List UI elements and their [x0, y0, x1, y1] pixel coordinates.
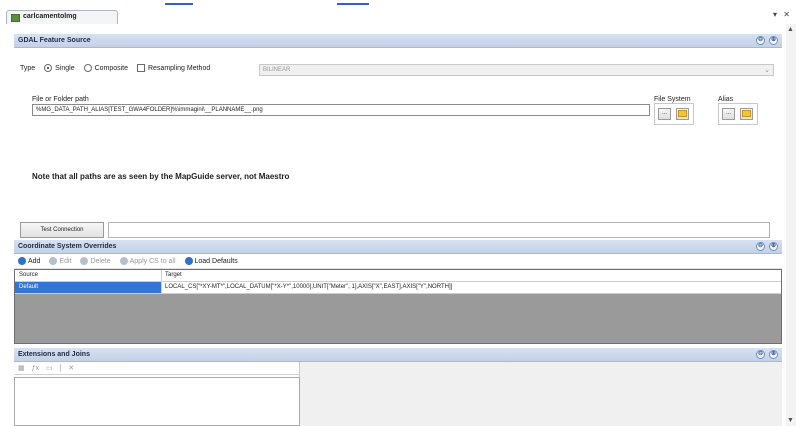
delete-icon: [80, 257, 89, 265]
path-label: File or Folder path: [32, 96, 89, 103]
table-row[interactable]: Default LOCAL_CS["*XY-MT*",LOCAL_DATUM["…: [15, 282, 781, 294]
delete-label: Delete: [90, 257, 111, 265]
document-tab[interactable]: carlcamentolmg: [6, 10, 118, 24]
alias-folder-button[interactable]: [740, 108, 753, 120]
target-column-header[interactable]: Target: [165, 272, 182, 278]
dropdown-icon[interactable]: ▾: [773, 10, 777, 19]
browse-file-button[interactable]: ...: [658, 108, 671, 120]
alias-label: Alias: [718, 96, 734, 103]
document-tab-title: carlcamentolmg: [23, 13, 77, 20]
document-tab-row: carlcamentolmg ▾ ✕: [6, 10, 790, 24]
load-defaults-button[interactable]: Load Defaults: [184, 257, 238, 265]
edit-button[interactable]: Edit: [49, 257, 71, 265]
resampling-method-select[interactable]: BILINEAR ⌄: [259, 64, 774, 76]
layer-icon: [11, 14, 20, 22]
extensions-body: ▦ ƒx ▭ | ✕: [14, 362, 782, 426]
file-system-group: File System ...: [654, 96, 694, 126]
file-system-box: ...: [654, 103, 694, 125]
add-button[interactable]: Add: [18, 257, 40, 265]
separator-icon: |: [59, 365, 62, 372]
folder-icon: [742, 110, 751, 117]
panel-collapse-controls: ⊖ ⊕: [754, 350, 778, 359]
delete-button[interactable]: Delete: [80, 257, 111, 265]
extensions-tree[interactable]: [14, 377, 300, 426]
type-row: Type Single Composite Resampling Method …: [20, 64, 774, 78]
add-label: Add: [28, 257, 41, 265]
apply-label: Apply CS to all: [129, 257, 176, 265]
panel-body: Type Single Composite Resampling Method …: [14, 48, 782, 238]
panel-title: Coordinate System Overrides: [18, 243, 117, 250]
join-icon[interactable]: ▭: [46, 365, 53, 372]
panel-header[interactable]: GDAL Feature Source ⊖ ⊕: [14, 34, 782, 48]
panel-header[interactable]: Coordinate System Overrides ⊖ ⊕: [14, 240, 782, 254]
folder-icon: [678, 110, 687, 117]
extensions-joins-panel: Extensions and Joins ⊖ ⊕ ▦ ƒx ▭ | ✕: [14, 348, 782, 426]
panel-collapse-controls: ⊖ ⊕: [754, 36, 778, 45]
scroll-down-icon[interactable]: ▼: [787, 417, 794, 424]
target-cell[interactable]: LOCAL_CS["*XY-MT*",LOCAL_DATUM["*X-Y*",1…: [165, 284, 452, 290]
paths-note: Note that all paths are as seen by the M…: [32, 172, 290, 181]
column-divider[interactable]: [161, 270, 162, 281]
browse-folder-button[interactable]: [676, 108, 689, 120]
close-icon[interactable]: ✕: [783, 10, 790, 19]
source-column-header[interactable]: Source: [19, 272, 38, 278]
collapse-icon[interactable]: ⊖: [756, 350, 766, 359]
panel-title: Extensions and Joins: [18, 351, 90, 358]
source-cell[interactable]: Default: [19, 284, 38, 290]
test-result-field: [108, 222, 770, 238]
edit-icon: [49, 257, 58, 265]
add-icon: [18, 257, 26, 265]
resampling-checkbox[interactable]: [136, 64, 145, 72]
single-label: Single: [55, 64, 75, 72]
cs-toolbar: Add Edit Delete Apply CS to all Load Def…: [14, 254, 782, 269]
alias-file-button[interactable]: ...: [722, 108, 735, 120]
expand-icon[interactable]: ⊕: [769, 242, 778, 251]
top-link-mark[interactable]: [337, 3, 369, 5]
new-extension-icon[interactable]: ▦: [18, 365, 25, 372]
file-system-label: File System: [654, 96, 691, 103]
chevron-down-icon: ⌄: [764, 67, 770, 74]
top-link-mark[interactable]: [165, 3, 193, 5]
gdal-feature-source-panel: GDAL Feature Source ⊖ ⊕ Type Single Comp…: [14, 34, 782, 238]
window-controls: ▾ ✕: [769, 10, 790, 22]
test-connection-button[interactable]: Test Connection: [20, 222, 104, 238]
resampling-method-value: BILINEAR: [263, 67, 291, 73]
composite-label: Composite: [94, 64, 129, 72]
composite-radio[interactable]: [83, 64, 92, 72]
panel-collapse-controls: ⊖ ⊕: [754, 242, 778, 251]
load-defaults-icon: [184, 257, 193, 265]
single-radio[interactable]: [44, 64, 53, 72]
cs-overrides-table: Source Target Default LOCAL_CS["*XY-MT*"…: [14, 269, 782, 344]
apply-icon: [119, 257, 128, 265]
collapse-icon[interactable]: ⊖: [756, 242, 766, 251]
coordinate-overrides-panel: Coordinate System Overrides ⊖ ⊕ Add Edit…: [14, 240, 782, 344]
collapse-icon[interactable]: ⊖: [756, 36, 766, 45]
apply-cs-all-button[interactable]: Apply CS to all: [119, 257, 176, 265]
panel-header[interactable]: Extensions and Joins ⊖ ⊕: [14, 348, 782, 362]
column-divider: [161, 282, 162, 293]
edit-label: Edit: [59, 257, 72, 265]
delete-icon[interactable]: ✕: [68, 365, 74, 372]
expand-icon[interactable]: ⊕: [769, 36, 778, 45]
calculated-property-icon[interactable]: ƒx: [32, 365, 39, 372]
panel-title: GDAL Feature Source: [18, 37, 91, 44]
file-path-input[interactable]: %MG_DATA_PATH_ALIAS[TEST_GWA4FOLDER]%\im…: [32, 104, 650, 116]
load-defaults-label: Load Defaults: [194, 257, 238, 265]
scroll-up-icon[interactable]: ▲: [787, 26, 794, 33]
extensions-tree-area: ▦ ƒx ▭ | ✕: [14, 362, 300, 426]
alias-group: Alias ...: [718, 96, 758, 126]
resampling-label: Resampling Method: [147, 64, 211, 72]
vertical-scrollbar[interactable]: ▲ ▼: [786, 24, 796, 426]
alias-box: ...: [718, 103, 758, 125]
table-header: Source Target: [15, 270, 781, 282]
expand-icon[interactable]: ⊕: [769, 350, 778, 359]
type-label: Type: [20, 64, 36, 72]
extensions-toolbar: ▦ ƒx ▭ | ✕: [14, 362, 299, 375]
